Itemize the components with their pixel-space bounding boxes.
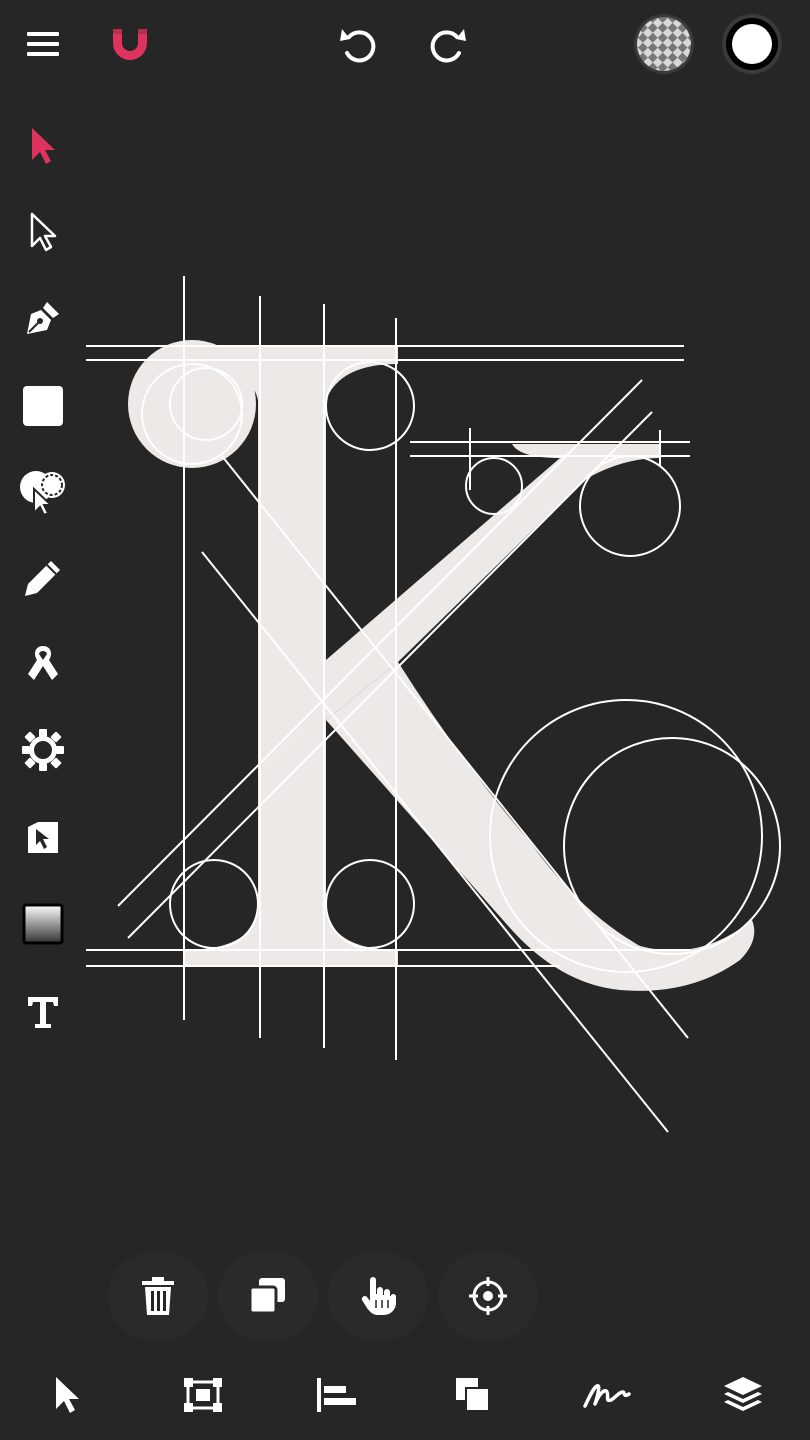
node-edit-tool[interactable] [0,798,86,878]
rectangle-icon [23,386,63,426]
node-edit-icon [28,822,58,853]
gear-shape-tool[interactable] [0,710,86,790]
shape-builder-icon [20,471,65,515]
rectangle-tool[interactable] [0,366,86,446]
transform-button[interactable] [148,1350,258,1440]
undo-button[interactable] [330,16,388,72]
pen-tool[interactable] [0,278,86,358]
redo-button[interactable] [418,16,476,72]
selection-tool[interactable] [0,106,86,186]
drawing-canvas[interactable] [86,260,810,1165]
menu-icon [27,32,59,56]
selection-arrow-icon [32,128,55,164]
bottom-toolbar [0,1350,810,1440]
gear-shape-icon [22,729,64,771]
gradient-swatch-icon [22,903,64,945]
direct-selection-tool[interactable] [0,192,86,272]
top-bar [0,0,810,90]
stroke-swatch-button[interactable] [720,12,784,76]
redo-icon [430,29,466,63]
pen-nib-icon [27,302,59,334]
signature-icon [583,1384,631,1408]
gradient-tool[interactable] [0,884,86,964]
delete-button[interactable] [108,1252,208,1340]
layers-button[interactable] [688,1350,798,1440]
transparent-fill-swatch [634,14,694,74]
white-stroke-swatch [722,14,782,74]
signature-button[interactable] [552,1350,662,1440]
duplicate-icon [249,1278,285,1314]
text-tool-icon [28,997,58,1028]
ribbon-tool[interactable] [0,624,86,704]
hand-pointer-icon [361,1277,396,1315]
bottom-select-button[interactable] [12,1350,122,1440]
magnet-icon [113,29,147,60]
vector-editor-app [0,0,810,1440]
direct-selection-arrow-icon [30,212,57,252]
snap-magnet-button[interactable] [102,16,158,72]
shape-builder-tool[interactable] [0,452,86,532]
align-left-icon [317,1378,356,1412]
ribbon-icon [28,646,58,680]
text-tool[interactable] [0,972,86,1052]
trash-icon [142,1277,174,1315]
pencil-icon [25,561,60,596]
menu-button[interactable] [14,16,72,72]
center-target-button[interactable] [438,1252,538,1340]
pencil-tool[interactable] [0,538,86,618]
select-arrow-icon [56,1377,79,1413]
arrange-icon [456,1378,490,1412]
align-button[interactable] [282,1350,392,1440]
duplicate-button[interactable] [218,1252,318,1340]
undo-icon [340,29,376,63]
crosshair-icon [469,1277,507,1315]
pan-hand-button[interactable] [328,1252,428,1340]
layers-icon [724,1377,762,1411]
transform-box-icon [184,1378,222,1412]
selection-action-bar [100,1252,544,1340]
letter-k-construction-artwork[interactable] [86,260,810,1160]
arrange-button[interactable] [418,1350,528,1440]
fill-swatch-button[interactable] [632,12,696,76]
